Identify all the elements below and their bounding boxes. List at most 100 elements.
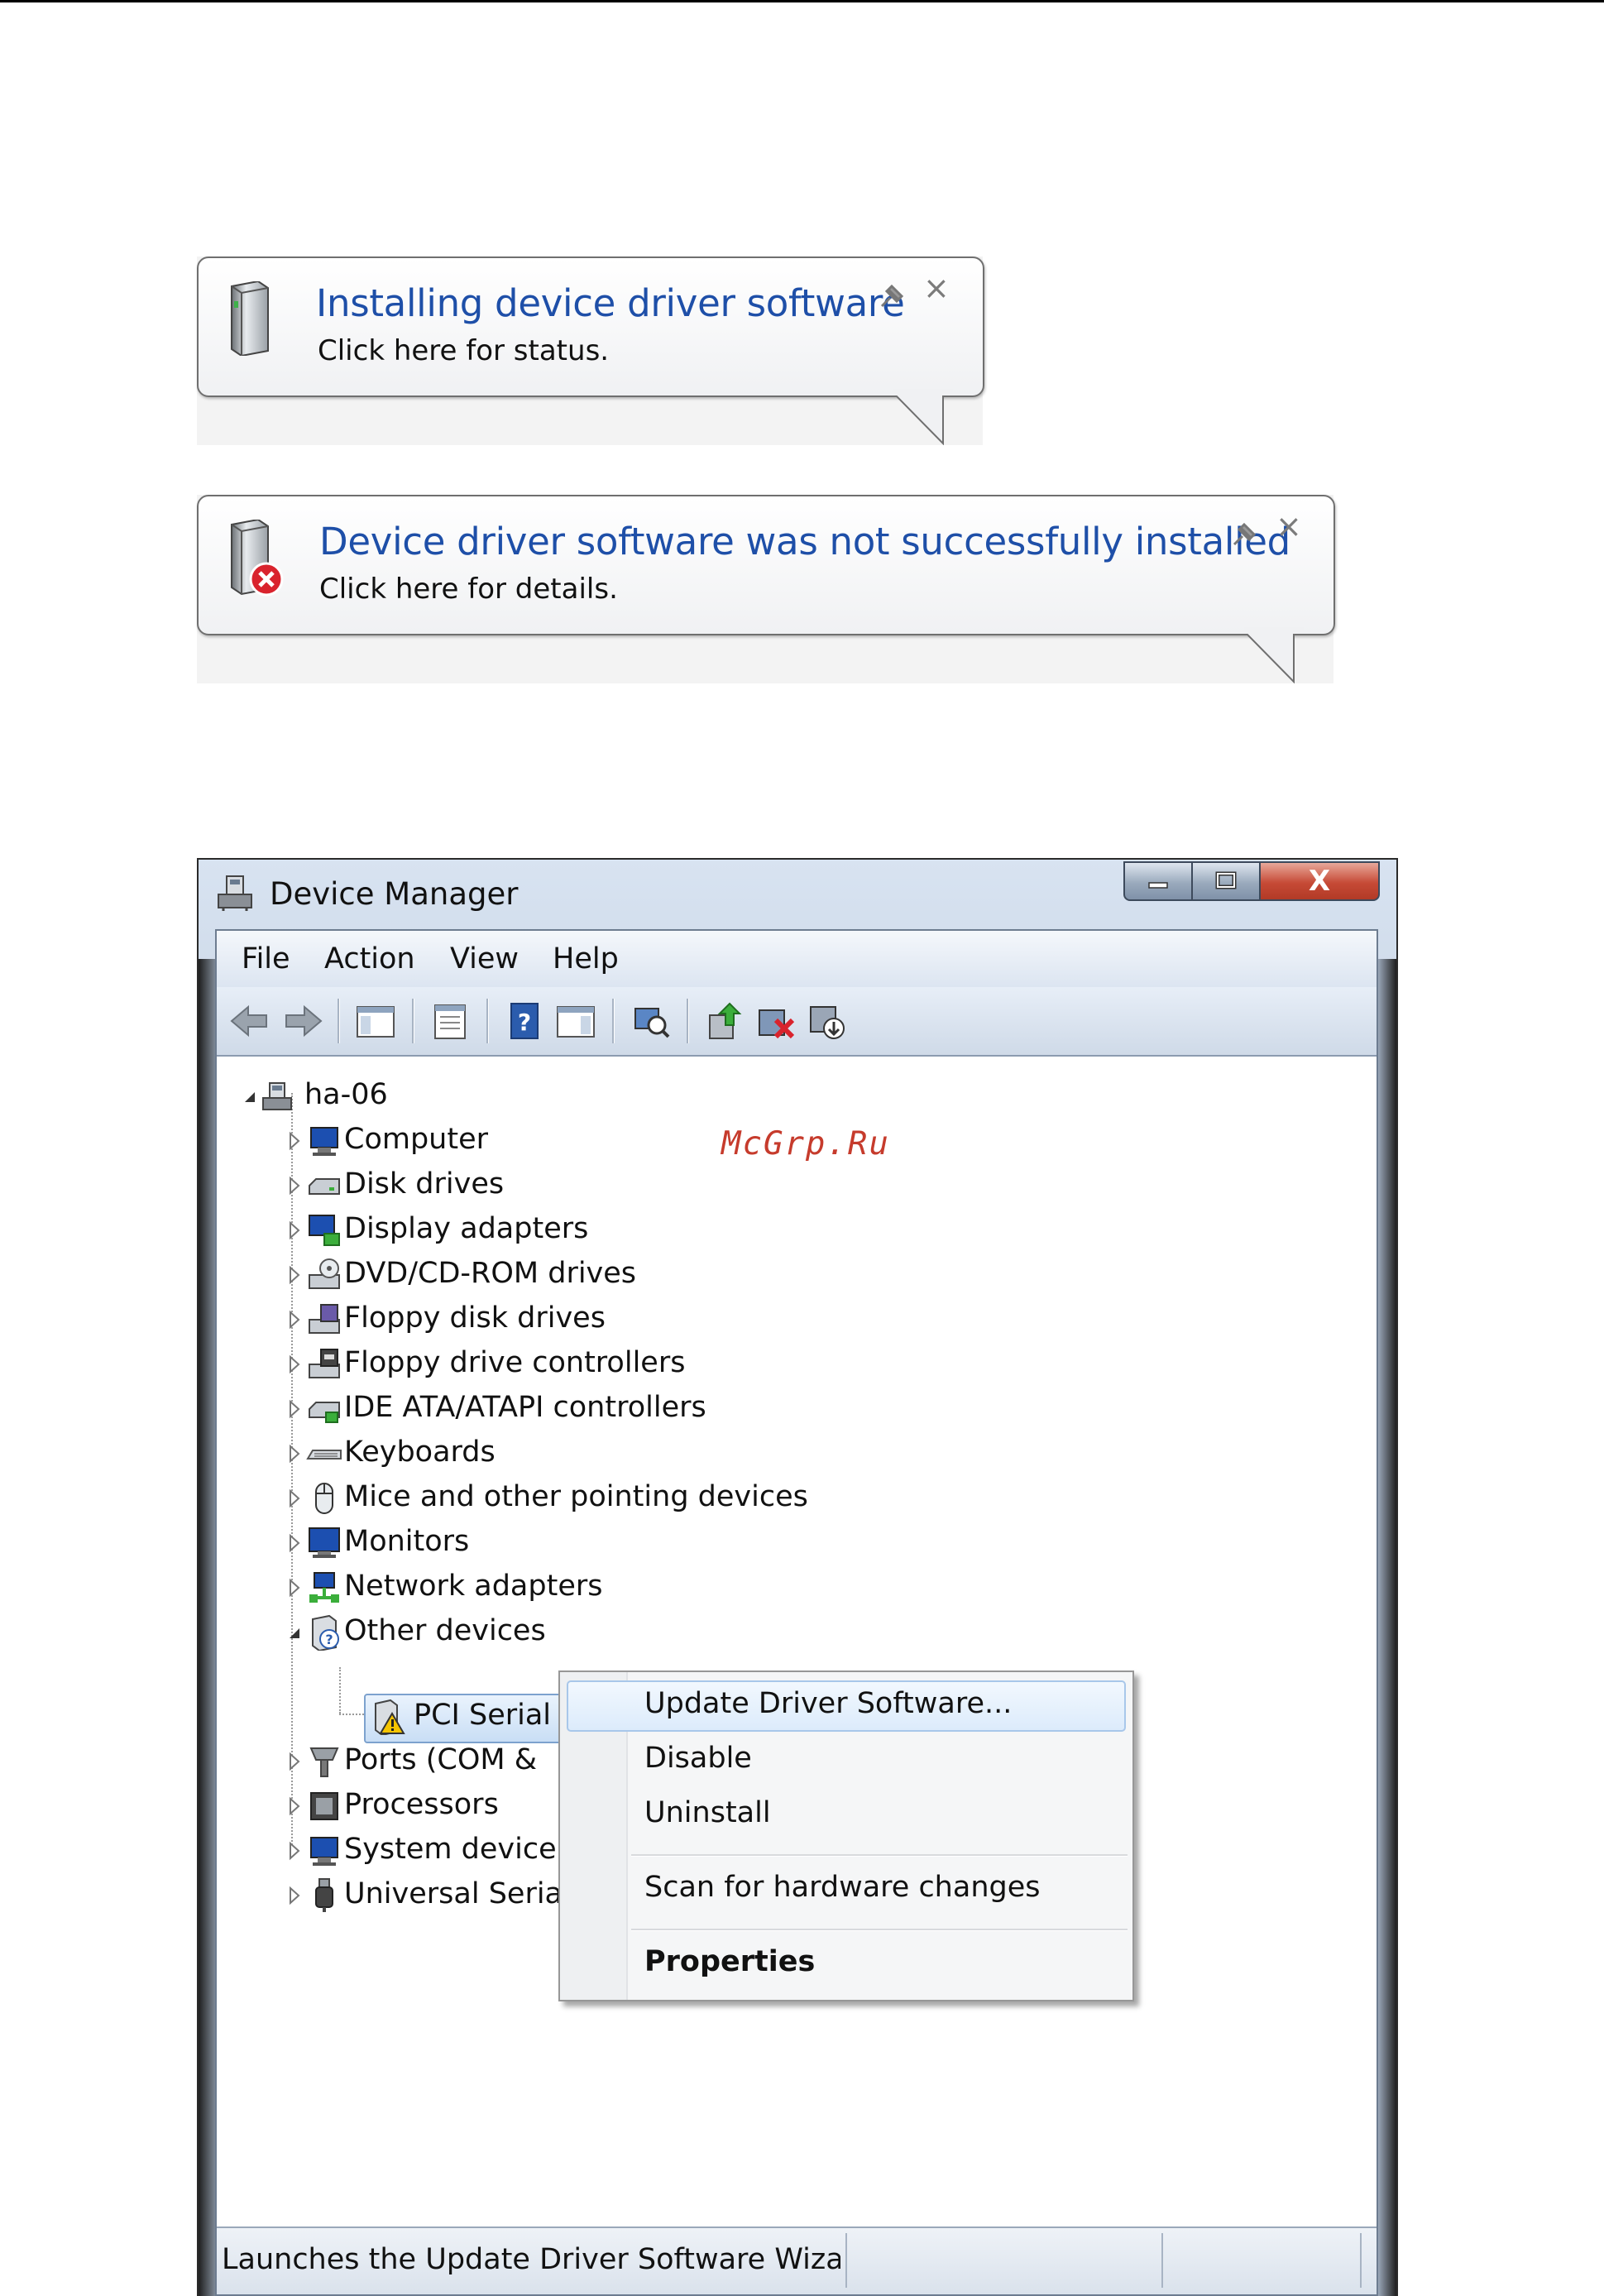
unknown-device-icon: ? bbox=[312, 1614, 339, 1651]
tree-item-monitors[interactable]: Monitors bbox=[286, 1522, 865, 1565]
collapsed-arrow-icon[interactable] bbox=[286, 1309, 303, 1330]
menu-action[interactable]: Action bbox=[324, 942, 415, 975]
context-menu-separator bbox=[631, 1929, 1128, 1931]
collapsed-arrow-icon[interactable] bbox=[286, 1577, 303, 1599]
back-icon[interactable] bbox=[228, 1000, 271, 1042]
tree-item-label: System device bbox=[344, 1833, 557, 1866]
collapsed-arrow-icon[interactable] bbox=[286, 1532, 303, 1554]
notification-balloon-failed[interactable]: Device driver software was not successfu… bbox=[197, 495, 1335, 635]
tree-item-dvd-drives[interactable]: DVD/CD-ROM drives bbox=[286, 1253, 865, 1297]
close-button[interactable]: X bbox=[1259, 861, 1380, 901]
tree-item-label: IDE ATA/ATAPI controllers bbox=[344, 1391, 706, 1424]
tree-item-network-adapters[interactable]: Network adapters bbox=[286, 1566, 865, 1609]
tree-guide-line bbox=[339, 1714, 364, 1715]
show-hide-console-tree-icon[interactable] bbox=[354, 1000, 397, 1042]
device-tree: ha-06 Computer Disk drives Display adapt… bbox=[217, 1057, 1377, 2228]
notification-balloon-installing[interactable]: Installing device driver software Click … bbox=[197, 256, 984, 397]
menu-view[interactable]: View bbox=[450, 942, 519, 975]
collapsed-arrow-icon[interactable] bbox=[286, 1443, 303, 1464]
menu-item-scan-hardware[interactable]: Scan for hardware changes bbox=[644, 1871, 1040, 1904]
collapsed-arrow-icon[interactable] bbox=[286, 1220, 303, 1241]
collapsed-arrow-icon[interactable] bbox=[286, 1488, 303, 1509]
tree-item-floppy-disk-drives[interactable]: Floppy disk drives bbox=[286, 1298, 865, 1341]
scan-hardware-icon[interactable] bbox=[629, 1000, 672, 1042]
balloon-tail bbox=[893, 389, 953, 445]
help-icon[interactable]: ? bbox=[503, 1000, 546, 1042]
expanded-arrow-icon[interactable] bbox=[242, 1086, 258, 1107]
collapsed-arrow-icon[interactable] bbox=[286, 1840, 303, 1862]
collapsed-arrow-icon[interactable] bbox=[286, 1398, 303, 1420]
toolbar-separator bbox=[486, 999, 489, 1043]
collapsed-arrow-icon[interactable] bbox=[286, 1751, 303, 1772]
tree-item-keyboards[interactable]: Keyboards bbox=[286, 1432, 865, 1475]
context-menu-separator bbox=[631, 1854, 1128, 1857]
tree-item-mice[interactable]: Mice and other pointing devices bbox=[286, 1477, 948, 1520]
toolbar-separator bbox=[338, 999, 340, 1043]
menu-item-update-driver[interactable]: Update Driver Software... bbox=[644, 1687, 1012, 1720]
balloon-title[interactable]: Installing device driver software bbox=[316, 281, 905, 325]
balloon-subtitle[interactable]: Click here for details. bbox=[319, 573, 618, 606]
tree-item-floppy-drive-controllers[interactable]: Floppy drive controllers bbox=[286, 1343, 865, 1386]
menu-bar: File Action View Help bbox=[217, 931, 1377, 988]
properties-icon[interactable] bbox=[429, 1000, 472, 1042]
collapsed-arrow-icon[interactable] bbox=[286, 1354, 303, 1375]
keyboard-icon bbox=[306, 1450, 342, 1460]
tree-item-label: Computer bbox=[344, 1123, 488, 1156]
tree-root-label: ha-06 bbox=[304, 1078, 388, 1111]
collapsed-arrow-icon[interactable] bbox=[286, 1264, 303, 1286]
toolbar: ? bbox=[217, 987, 1377, 1057]
device-manager-icon bbox=[218, 875, 252, 911]
warning-device-icon bbox=[375, 1699, 405, 1735]
forward-icon[interactable] bbox=[281, 1000, 324, 1042]
tree-root[interactable]: ha-06 bbox=[242, 1075, 572, 1118]
tree-item-label: Disk drives bbox=[344, 1167, 505, 1201]
action-pane-icon[interactable] bbox=[554, 1000, 597, 1042]
status-divider bbox=[845, 2233, 847, 2288]
balloon-tail bbox=[1244, 627, 1304, 683]
disk-drive-icon bbox=[309, 1178, 340, 1195]
device-drive-error-icon bbox=[231, 520, 284, 597]
minimize-button[interactable] bbox=[1123, 861, 1193, 901]
tree-item-display-adapters[interactable]: Display adapters bbox=[286, 1209, 865, 1252]
tree-item-label: Other devices bbox=[344, 1614, 546, 1647]
menu-item-disable[interactable]: Disable bbox=[644, 1742, 752, 1775]
tree-item-disk-drives[interactable]: Disk drives bbox=[286, 1164, 865, 1207]
tree-item-label: Keyboards bbox=[344, 1436, 496, 1469]
maximize-button[interactable] bbox=[1191, 861, 1261, 901]
update-driver-icon[interactable] bbox=[703, 1000, 746, 1042]
status-divider bbox=[1360, 2233, 1362, 2288]
tree-item-ide-controllers[interactable]: IDE ATA/ATAPI controllers bbox=[286, 1388, 865, 1431]
display-adapter-icon bbox=[309, 1215, 340, 1246]
tree-guide-line bbox=[339, 1667, 341, 1714]
collapsed-arrow-icon[interactable] bbox=[286, 1130, 303, 1152]
toolbar-separator bbox=[687, 999, 689, 1043]
tree-item-label: Universal Seria bbox=[344, 1877, 563, 1910]
uninstall-device-icon[interactable] bbox=[806, 1000, 849, 1042]
pin-icon[interactable] bbox=[877, 283, 905, 311]
balloon-subtitle[interactable]: Click here for status. bbox=[318, 334, 609, 367]
collapsed-arrow-icon[interactable] bbox=[286, 1885, 303, 1906]
menu-item-properties[interactable]: Properties bbox=[644, 1945, 815, 1978]
balloon-title[interactable]: Device driver software was not successfu… bbox=[319, 520, 1290, 563]
device-drive-icon bbox=[231, 281, 269, 356]
watermark-text: McGrp.Ru bbox=[721, 1125, 890, 1162]
tree-item-other-devices[interactable]: ? Other devices bbox=[286, 1611, 865, 1654]
ide-controller-icon bbox=[309, 1402, 340, 1423]
collapsed-arrow-icon[interactable] bbox=[286, 1795, 303, 1817]
expanded-arrow-icon[interactable] bbox=[286, 1622, 303, 1643]
tree-item-label: Processors bbox=[344, 1788, 499, 1821]
collapsed-arrow-icon[interactable] bbox=[286, 1175, 303, 1196]
mouse-icon bbox=[315, 1483, 333, 1514]
floppy-controller-icon bbox=[309, 1349, 340, 1378]
tree-item-label: DVD/CD-ROM drives bbox=[344, 1257, 637, 1290]
status-bar: Launches the Update Driver Software Wiza… bbox=[217, 2226, 1377, 2294]
balloon-close-button[interactable]: × bbox=[923, 270, 950, 306]
menu-item-uninstall[interactable]: Uninstall bbox=[644, 1796, 771, 1829]
pin-icon[interactable] bbox=[1229, 521, 1257, 549]
toolbar-separator bbox=[612, 999, 615, 1043]
tree-item-label: Ports (COM & bbox=[344, 1743, 538, 1776]
menu-file[interactable]: File bbox=[242, 942, 290, 975]
balloon-close-button[interactable]: × bbox=[1276, 508, 1302, 544]
menu-help[interactable]: Help bbox=[553, 942, 619, 975]
disable-device-icon[interactable] bbox=[754, 1000, 797, 1042]
